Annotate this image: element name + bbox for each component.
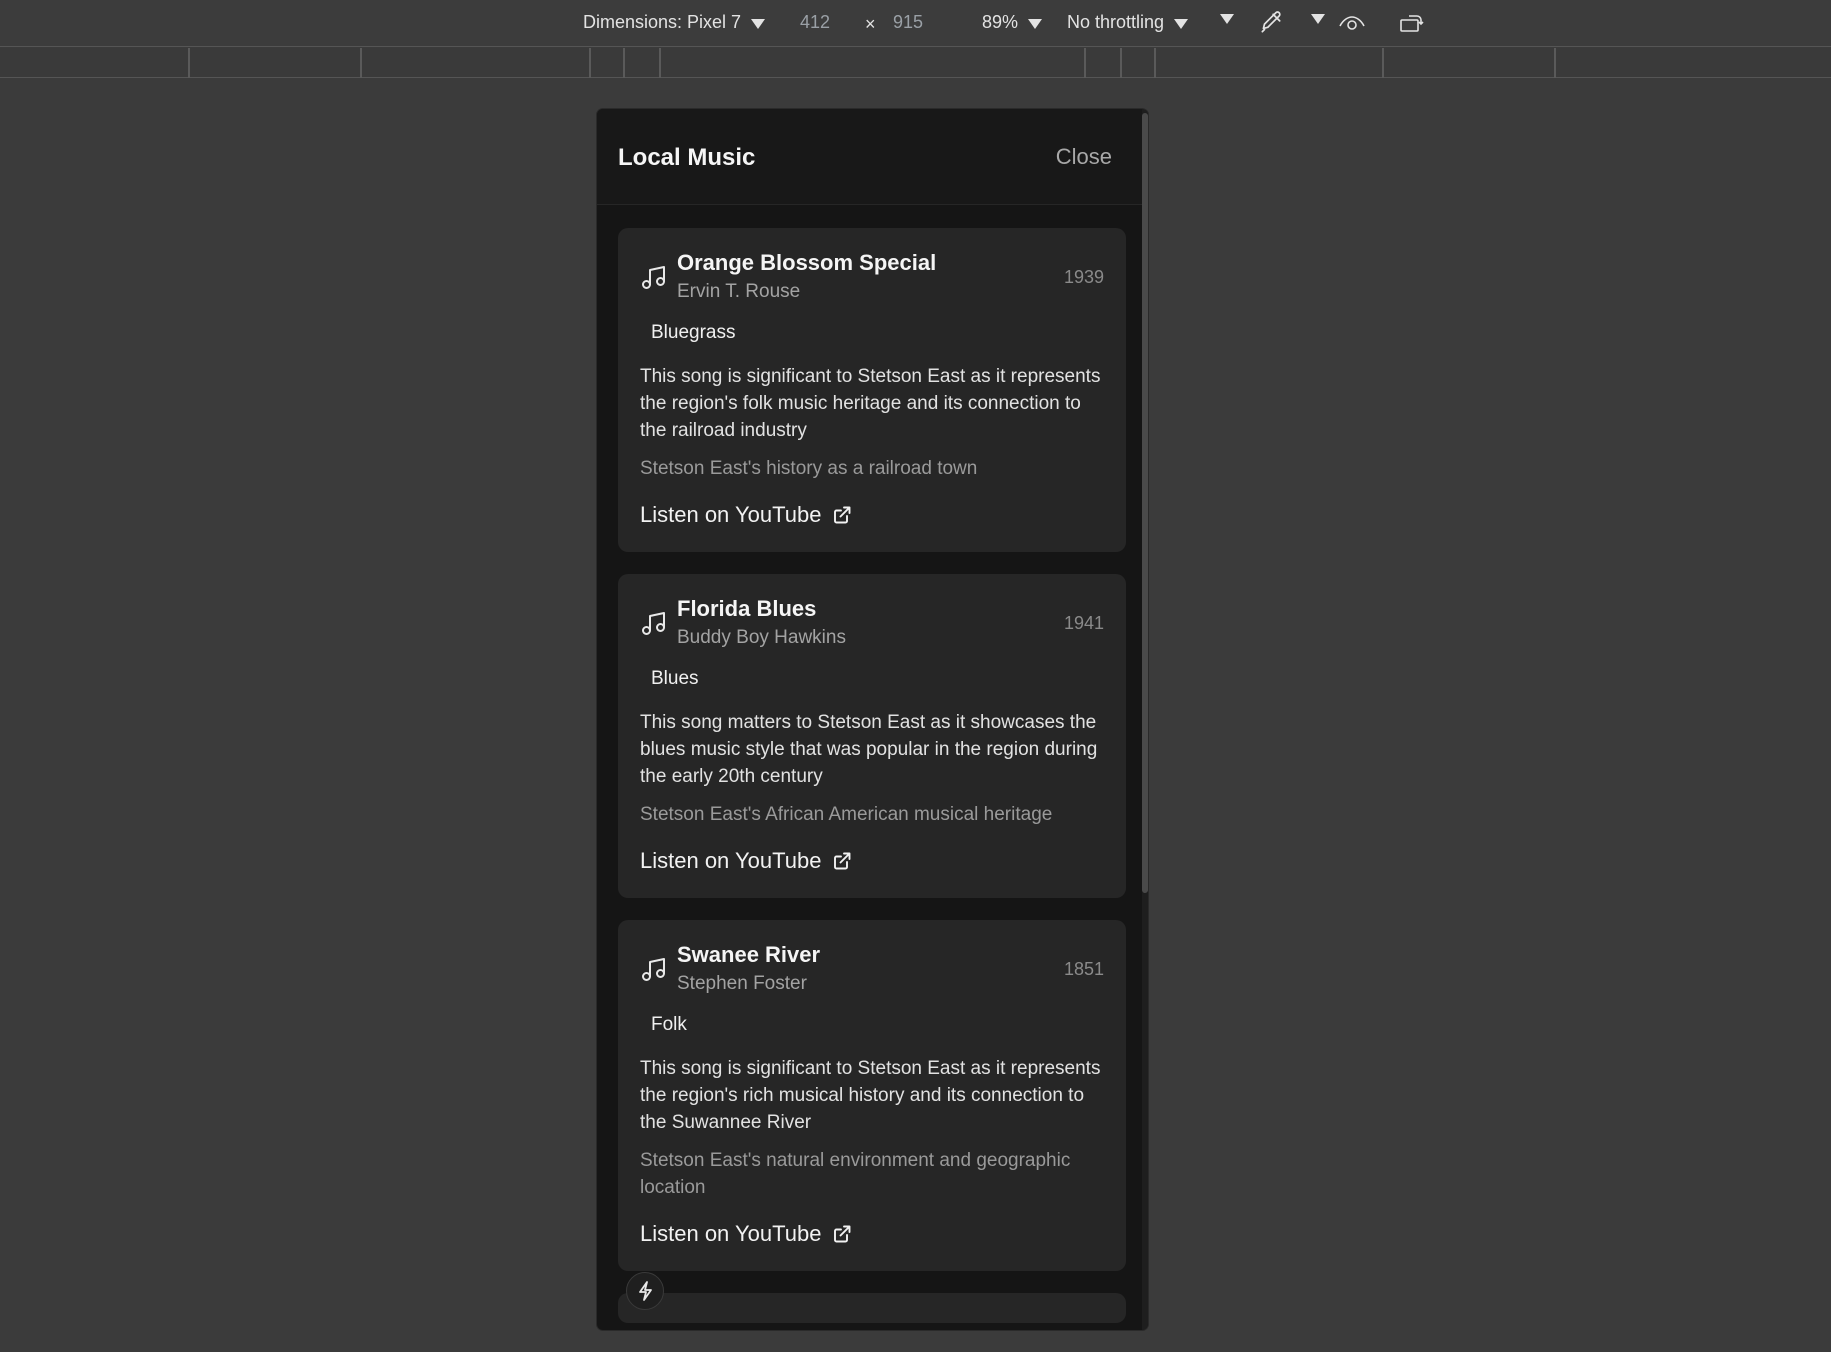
zoom-value: 89% xyxy=(982,12,1019,32)
song-significance: This song is significant to Stetson East… xyxy=(640,1058,1101,1133)
eyedropper-icon[interactable] xyxy=(1258,10,1284,36)
listen-on-youtube-link[interactable]: Listen on YouTube xyxy=(640,848,852,874)
song-context: Stetson East's natural environment and g… xyxy=(640,1150,1071,1198)
music-note-icon xyxy=(642,612,665,635)
media-query-ruler xyxy=(0,48,1831,78)
external-link-icon xyxy=(834,852,851,870)
chevron-down-icon xyxy=(1311,14,1325,24)
song-card: Florida Blues Buddy Boy Hawkins 1941 Blu… xyxy=(618,574,1126,898)
ruler-tick xyxy=(659,48,661,78)
listen-on-youtube-link[interactable]: Listen on YouTube xyxy=(640,1221,852,1247)
ruler-tick xyxy=(623,48,625,78)
panel-header: Local Music Close xyxy=(597,109,1142,205)
ruler-tick xyxy=(1120,48,1122,78)
height-value: 915 xyxy=(893,12,924,32)
music-note-icon xyxy=(642,958,665,981)
width-value: 412 xyxy=(800,12,831,32)
ruler-tick xyxy=(360,48,362,78)
external-link-icon xyxy=(834,1225,851,1243)
scrollbar-track[interactable] xyxy=(1142,109,1148,1330)
song-card xyxy=(618,1293,1126,1323)
listen-on-youtube-link[interactable]: Listen on YouTube xyxy=(640,502,852,528)
chevron-down-icon xyxy=(751,18,766,29)
chevron-down-icon xyxy=(1220,14,1234,24)
zoom-dropdown[interactable]: 89% xyxy=(982,12,1043,33)
song-significance: This song is significant to Stetson East… xyxy=(640,366,1101,441)
times-icon: × xyxy=(865,14,876,34)
genre-badge: Bluegrass xyxy=(651,322,736,343)
close-button[interactable]: Close xyxy=(1056,144,1112,170)
eye-icon[interactable] xyxy=(1338,11,1366,35)
song-year: 1941 xyxy=(1063,613,1104,633)
device-viewport: Local Music Close Orange Blossom Special… xyxy=(597,109,1148,1330)
throttling-value: No throttling xyxy=(1067,12,1165,32)
ruler-tick xyxy=(1154,48,1156,78)
music-note-icon xyxy=(642,266,665,289)
song-year: 1939 xyxy=(1063,267,1104,287)
song-artist: Stephen Foster xyxy=(677,973,807,994)
lightning-icon xyxy=(639,1281,652,1301)
ruler-tick xyxy=(589,48,591,78)
external-link-icon xyxy=(834,506,851,524)
genre-badge: Blues xyxy=(651,668,699,689)
song-context: Stetson East's history as a railroad tow… xyxy=(640,458,978,479)
ruler-tick xyxy=(188,48,190,78)
devtools-toolbar: Dimensions: Pixel 7 412 × 915 89% No thr… xyxy=(0,0,1831,47)
song-list: Orange Blossom Special Ervin T. Rouse 19… xyxy=(618,228,1126,1323)
height-input[interactable]: 915 xyxy=(893,12,923,33)
song-context: Stetson East's African American musical … xyxy=(640,804,1053,825)
width-input[interactable]: 412 xyxy=(800,12,830,33)
song-card: Swanee River Stephen Foster 1851 Folk Th… xyxy=(618,920,1126,1271)
song-card-header: Orange Blossom Special Ervin T. Rouse 19… xyxy=(640,250,1104,306)
chevron-down-icon xyxy=(1174,18,1189,29)
genre-badge: Folk xyxy=(651,1014,687,1035)
scrollbar-thumb[interactable] xyxy=(1142,113,1148,893)
song-significance: This song matters to Stetson East as it … xyxy=(640,712,1098,787)
link-label: Listen on YouTube xyxy=(640,1221,822,1246)
more-options-dropdown[interactable] xyxy=(1220,12,1234,24)
lightning-button[interactable] xyxy=(626,1272,664,1310)
link-label: Listen on YouTube xyxy=(640,502,822,527)
throttling-dropdown[interactable]: No throttling xyxy=(1067,12,1189,33)
song-card-header: Florida Blues Buddy Boy Hawkins 1941 xyxy=(640,596,1104,652)
ruler-tick xyxy=(1084,48,1086,78)
song-title: Swanee River xyxy=(677,942,821,967)
song-artist: Buddy Boy Hawkins xyxy=(677,627,846,648)
dimensions-label: Dimensions: Pixel 7 xyxy=(583,12,742,32)
song-year: 1851 xyxy=(1063,959,1104,979)
song-card: Orange Blossom Special Ervin T. Rouse 19… xyxy=(618,228,1126,552)
chevron-down-icon xyxy=(1028,18,1043,29)
vision-dropdown[interactable] xyxy=(1311,12,1325,24)
rotate-device-icon[interactable] xyxy=(1399,11,1425,35)
panel-title: Local Music xyxy=(618,144,756,171)
link-label: Listen on YouTube xyxy=(640,848,822,873)
song-title: Florida Blues xyxy=(677,596,817,621)
ruler-tick xyxy=(1554,48,1556,78)
dimensions-dropdown[interactable]: Dimensions: Pixel 7 xyxy=(583,12,766,33)
ruler-tick xyxy=(1382,48,1384,78)
song-card-header: Swanee River Stephen Foster 1851 xyxy=(640,942,1104,998)
song-title: Orange Blossom Special xyxy=(677,250,937,275)
song-artist: Ervin T. Rouse xyxy=(677,281,801,302)
